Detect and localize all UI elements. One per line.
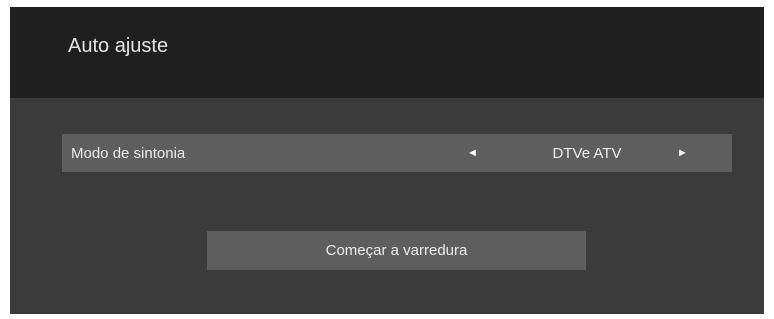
- tuning-mode-label: Modo de sintonia: [71, 145, 186, 162]
- tuning-mode-selector[interactable]: Modo de sintonia ◄ DTVe ATV ►: [62, 134, 732, 172]
- arrow-left-icon[interactable]: ◄: [467, 145, 478, 161]
- tuning-mode-value: DTVe ATV: [552, 145, 622, 162]
- dialog-title: Auto ajuste: [68, 35, 169, 57]
- auto-tune-dialog: Auto ajuste Modo de sintonia ◄ DTVe ATV …: [10, 7, 764, 314]
- dialog-header: Auto ajuste: [10, 7, 764, 98]
- start-scan-button[interactable]: Começar a varredura: [207, 231, 586, 270]
- arrow-right-icon[interactable]: ►: [677, 145, 688, 161]
